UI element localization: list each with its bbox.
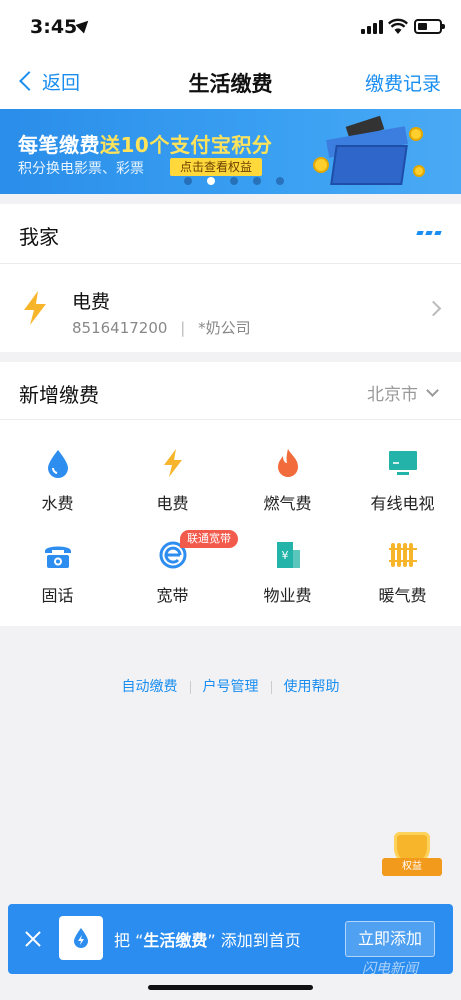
- banner-title-highlight: 送10个支付宝积分: [100, 133, 273, 157]
- banner-subtitle: 积分换电影票、彩票: [18, 161, 144, 177]
- banner-dot[interactable]: [230, 177, 238, 185]
- gift-box-illustration: [313, 115, 443, 189]
- banner-dot[interactable]: [253, 177, 261, 185]
- app-icon-tile: [59, 916, 103, 960]
- add-text-app-name: 生活缴费: [143, 931, 208, 950]
- telephone-icon: [45, 546, 71, 568]
- bill-account-number: 8516417200: [72, 319, 168, 337]
- payment-type-property[interactable]: ¥ 物业费: [230, 514, 345, 605]
- help-link[interactable]: 使用帮助: [272, 679, 352, 695]
- status-bar: 3:45: [0, 0, 461, 52]
- benefits-floating-badge[interactable]: 权益: [380, 830, 444, 882]
- account-manage-link[interactable]: 户号管理: [191, 679, 271, 695]
- payment-type-label: 电费: [156, 494, 189, 513]
- payment-type-label: 燃气费: [263, 494, 312, 513]
- bill-row-electricity[interactable]: 电费 8516417200 | *奶公司: [0, 265, 461, 352]
- water-drop-icon: [48, 450, 68, 478]
- banner-title-prefix: 每笔缴费: [18, 133, 100, 157]
- location-arrow-icon: [75, 16, 93, 34]
- cellular-signal-icon: [361, 20, 383, 34]
- bill-drop-icon: [74, 928, 88, 948]
- payment-type-label: 暖气费: [378, 586, 427, 605]
- city-label: 北京市: [367, 385, 418, 405]
- payment-type-grid: 水费 电费 燃气费 有线电视 固话 宽带 ¥ 物业费 暖气费: [0, 422, 461, 622]
- broadband-promo-badge: 联通宽带: [180, 530, 238, 548]
- banner-cta-button[interactable]: 点击查看权益: [170, 158, 263, 176]
- payment-type-broadband[interactable]: 宽带: [115, 514, 230, 605]
- payment-type-label: 水费: [41, 494, 74, 513]
- lightning-icon: [164, 449, 182, 477]
- payment-type-water[interactable]: 水费: [0, 422, 115, 513]
- payment-type-electricity[interactable]: 电费: [115, 422, 230, 513]
- banner-dot[interactable]: [276, 177, 284, 185]
- navigation-bar: 返回 生活缴费 缴费记录: [0, 52, 461, 109]
- battery-icon: [414, 19, 445, 34]
- my-home-header: 我家: [0, 204, 461, 264]
- add-to-home-text: 把 “生活缴费” 添加到首页: [114, 927, 301, 951]
- payment-type-gas[interactable]: 燃气费: [230, 422, 345, 513]
- chevron-right-icon: [425, 300, 442, 317]
- add-now-button[interactable]: 立即添加: [345, 921, 435, 957]
- building-icon: ¥: [277, 542, 300, 568]
- chevron-down-icon: [426, 383, 439, 397]
- auto-pay-link[interactable]: 自动缴费: [110, 679, 190, 695]
- bill-name: 电费: [72, 291, 111, 313]
- my-home-title: 我家: [19, 225, 59, 249]
- payment-type-label: 有线电视: [370, 494, 435, 513]
- home-indicator[interactable]: [148, 985, 313, 990]
- add-text-prefix: 把 “: [114, 931, 144, 950]
- flame-icon: [278, 449, 298, 477]
- banner-dot[interactable]: [184, 177, 192, 185]
- banner-dot-active[interactable]: [207, 177, 215, 185]
- radiator-icon: [389, 543, 417, 567]
- payment-records-link[interactable]: 缴费记录: [365, 69, 441, 96]
- banner-title: 每笔缴费送10个支付宝积分: [18, 129, 272, 158]
- bill-company: *奶公司: [198, 319, 251, 337]
- wifi-icon: [388, 18, 408, 34]
- add-text-suffix: ” 添加到首页: [207, 931, 301, 950]
- payment-type-label: 宽带: [156, 586, 189, 605]
- new-payment-title: 新增缴费: [19, 383, 99, 407]
- payment-type-heating[interactable]: 暖气费: [345, 514, 460, 605]
- payment-type-label: 固话: [41, 586, 74, 605]
- tv-icon: [389, 451, 417, 475]
- footer-links: 自动缴费 户号管理 使用帮助: [0, 676, 461, 696]
- new-payment-header: 新增缴费 北京市: [0, 362, 461, 420]
- bill-account-info: 8516417200 | *奶公司: [72, 319, 251, 337]
- my-home-section: 我家 电费 8516417200 | *奶公司: [0, 204, 461, 352]
- svg-text:¥: ¥: [282, 549, 289, 562]
- more-options-icon[interactable]: [416, 231, 442, 237]
- payment-type-landline[interactable]: 固话: [0, 514, 115, 605]
- benefits-label: 权益: [382, 858, 442, 876]
- close-icon[interactable]: [24, 930, 42, 948]
- status-time: 3:45: [30, 16, 78, 38]
- city-selector[interactable]: 北京市: [367, 380, 439, 405]
- watermark-text: 闪电新闻: [362, 961, 418, 977]
- new-payment-section: 新增缴费 北京市 水费 电费 燃气费 有线电视 固话 宽带 ¥ 物业费 暖气费 …: [0, 362, 461, 626]
- lightning-icon: [24, 291, 46, 325]
- payment-type-cable-tv[interactable]: 有线电视: [345, 422, 460, 513]
- payment-type-label: 物业费: [263, 586, 312, 605]
